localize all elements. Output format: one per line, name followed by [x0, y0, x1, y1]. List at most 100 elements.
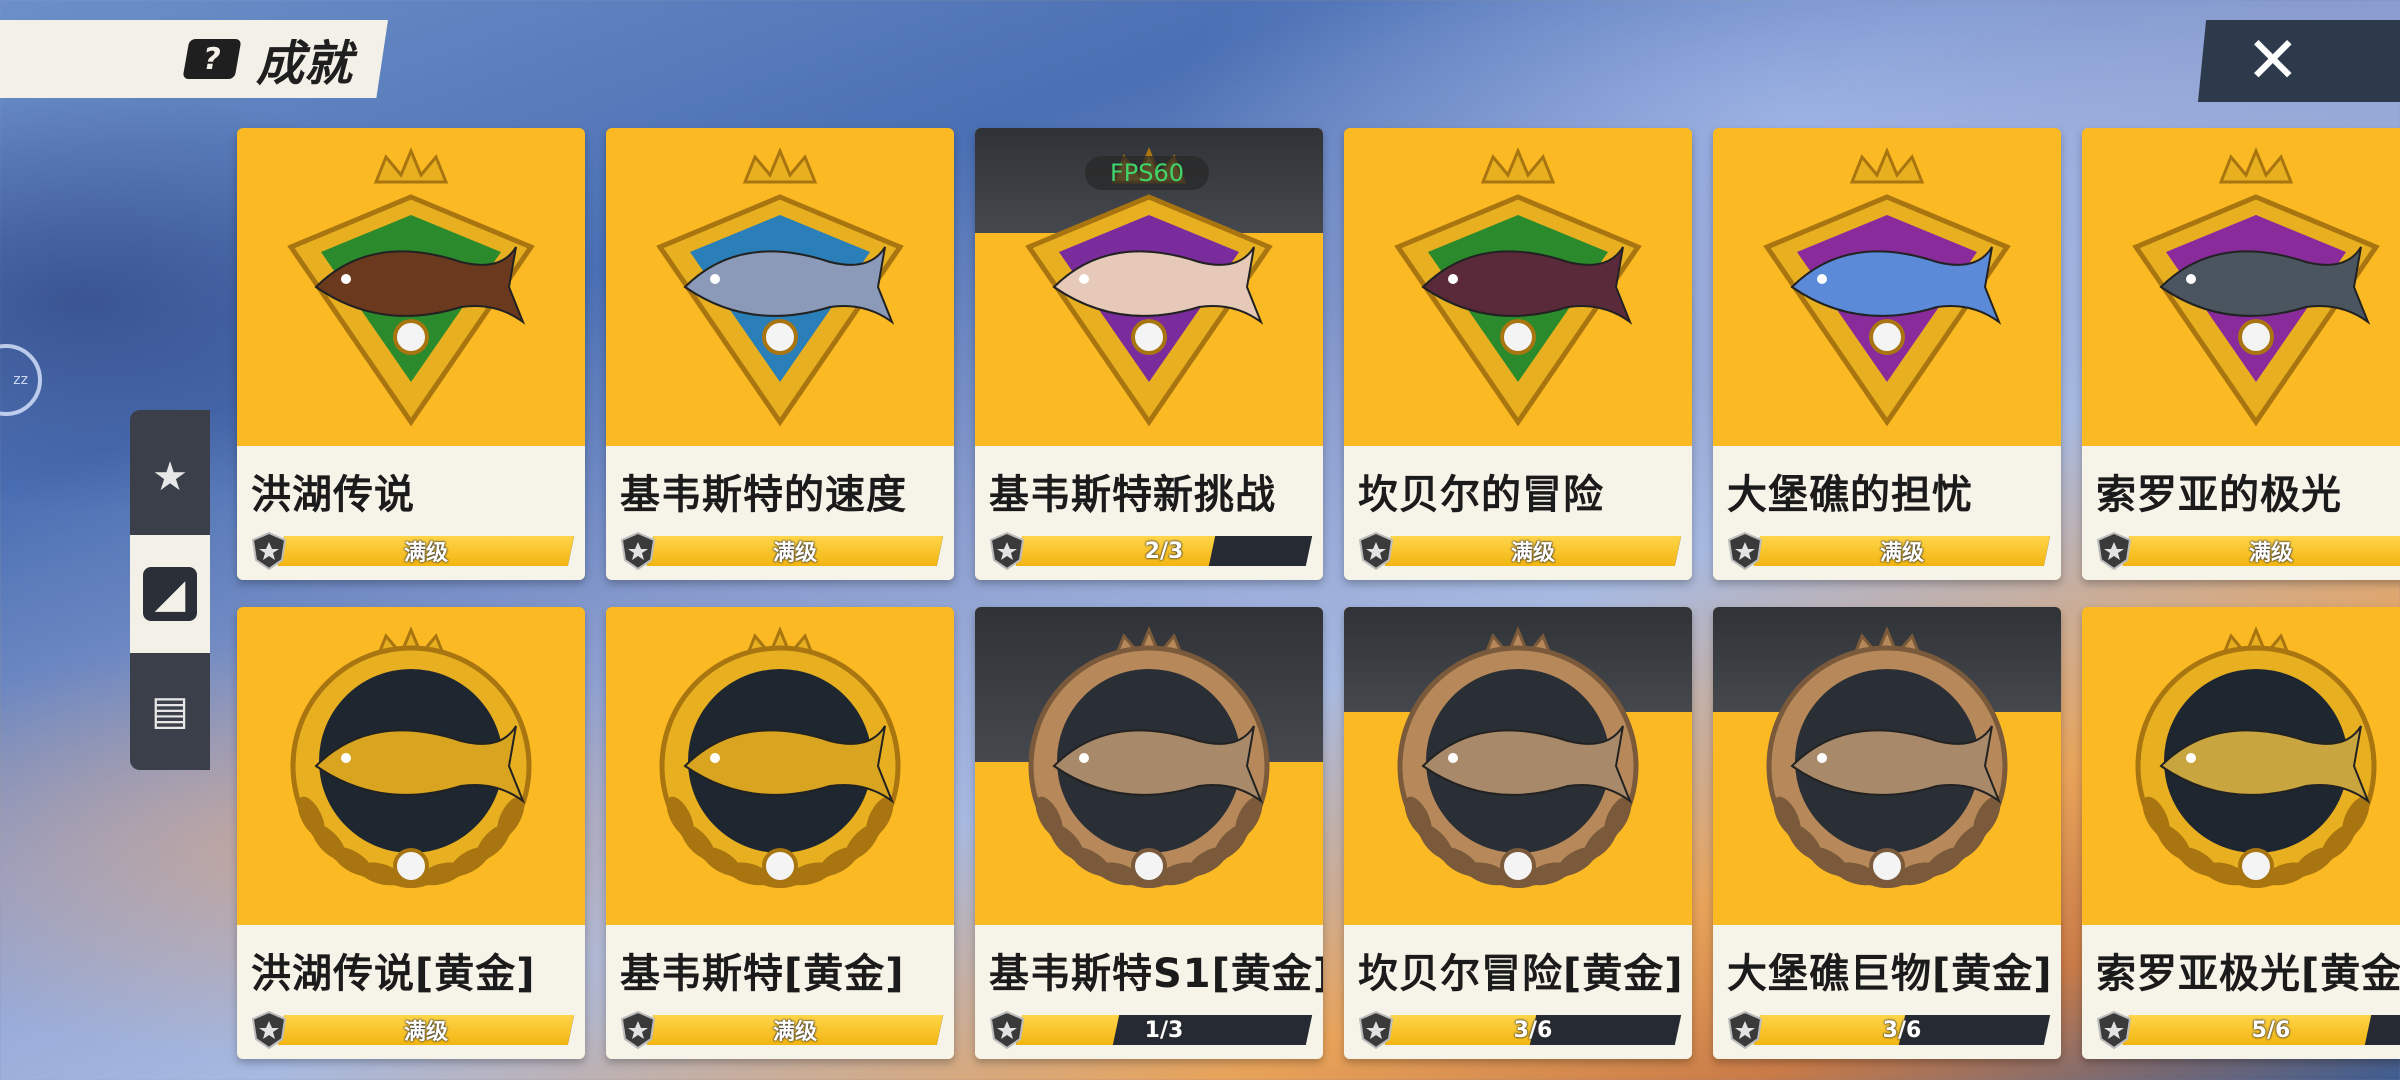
diamond-trophy-icon: [2132, 147, 2380, 427]
card-footer: 洪湖传说[黄金] 满级: [237, 925, 585, 1059]
achievement-title: 基韦斯特新挑战: [989, 472, 1276, 518]
progress-row: 满级: [620, 532, 944, 570]
progress-label: 2/3: [1144, 538, 1184, 564]
tab-fish-album[interactable]: ▤: [130, 653, 210, 770]
progress-row: 1/3: [989, 1011, 1313, 1049]
progress-bar: 3/6: [1384, 1015, 1682, 1045]
progress-bar: 满级: [277, 536, 575, 566]
trophy-emblem: [606, 128, 954, 446]
progress-label: 满级: [772, 1020, 817, 1045]
card-footer: 索罗亚的极光 满级: [2082, 446, 2400, 580]
achievement-card[interactable]: 洪湖传说[黄金] 满级: [237, 607, 585, 1059]
trophy-emblem: [1713, 128, 2061, 446]
achievement-card[interactable]: 索罗亚极光[黄金 5/6: [2082, 607, 2400, 1059]
progress-label: 3/6: [1513, 1017, 1553, 1043]
progress-row: 满级: [251, 532, 575, 570]
progress-label: 满级: [403, 541, 448, 566]
rank-shield-icon: [1358, 1011, 1394, 1049]
achievement-card[interactable]: 洪湖传说 满级: [237, 128, 585, 580]
rank-shield-icon: [1727, 532, 1763, 570]
progress-bar: 5/6: [2122, 1015, 2400, 1045]
card-footer: 大堡礁巨物[黄金] 3/6: [1713, 925, 2061, 1059]
help-icon[interactable]: ?: [182, 39, 242, 79]
wreath-trophy-icon: [1397, 626, 1639, 888]
rank-shield-icon: [989, 532, 1025, 570]
progress-bar: 满级: [2122, 536, 2400, 566]
wreath-trophy-icon: [290, 626, 532, 888]
achievement-title: 大堡礁巨物[黄金]: [1727, 951, 2053, 997]
trophy-emblem: [606, 607, 954, 925]
fish-album-icon: ▤: [151, 688, 189, 735]
rank-shield-icon: [989, 1011, 1025, 1049]
achievement-card[interactable]: 大堡礁巨物[黄金] 3/6: [1713, 607, 2061, 1059]
diamond-trophy-icon: [656, 147, 904, 427]
achievement-title: 坎贝尔的冒险: [1358, 472, 1604, 518]
card-footer: 基韦斯特的速度 满级: [606, 446, 954, 580]
trophy-emblem: [975, 607, 1323, 925]
achievement-card[interactable]: 基韦斯特的速度 满级: [606, 128, 954, 580]
tab-shark-fin-book[interactable]: ◢: [130, 535, 210, 653]
achievement-title: 基韦斯特的速度: [620, 472, 907, 518]
achievement-grid: 洪湖传说 满级 基韦斯特的速度 满级 基韦斯特新挑战 2/3 坎贝尔的冒险 满级 大堡礁…: [237, 128, 2400, 1059]
close-button[interactable]: ✕: [2198, 20, 2400, 102]
progress-row: 5/6: [2096, 1011, 2400, 1049]
trophy-emblem: [237, 607, 585, 925]
progress-label: 满级: [772, 541, 817, 566]
achievement-title: 洪湖传说[黄金]: [251, 951, 536, 997]
rank-shield-icon: [2096, 1011, 2132, 1049]
progress-bar: 1/3: [1015, 1015, 1313, 1045]
achievement-card[interactable]: 大堡礁的担忧 满级: [1713, 128, 2061, 580]
wreath-trophy-icon: [2135, 626, 2377, 888]
achievement-title: 基韦斯特[黄金]: [620, 951, 905, 997]
star-shield-icon: ★: [152, 453, 188, 500]
side-ring-label: zz: [13, 372, 28, 388]
achievement-title: 基韦斯特S1[黄金]: [989, 951, 1323, 997]
achievement-title: 大堡礁的担忧: [1727, 472, 1973, 518]
card-footer: 坎贝尔的冒险 满级: [1344, 446, 1692, 580]
progress-bar: 满级: [646, 536, 944, 566]
shark-fin-book-icon: ◢: [143, 566, 197, 621]
card-footer: 大堡礁的担忧 满级: [1713, 446, 2061, 580]
progress-label: 满级: [2248, 541, 2293, 566]
trophy-emblem: [1713, 607, 2061, 925]
progress-row: 3/6: [1727, 1011, 2051, 1049]
progress-label: 满级: [403, 1020, 448, 1045]
progress-row: 2/3: [989, 532, 1313, 570]
diamond-trophy-icon: [1394, 147, 1642, 427]
achievement-title: 索罗亚极光[黄金: [2096, 951, 2400, 997]
progress-bar: 2/3: [1015, 536, 1313, 566]
progress-row: 3/6: [1358, 1011, 1682, 1049]
wreath-trophy-icon: [1028, 626, 1270, 888]
card-footer: 坎贝尔冒险[黄金] 3/6: [1344, 925, 1692, 1059]
progress-bar: 满级: [1384, 536, 1682, 566]
trophy-emblem: [237, 128, 585, 446]
progress-label: 3/6: [1882, 1017, 1922, 1043]
page-title: 成就: [255, 36, 352, 92]
achievement-title: 洪湖传说: [251, 472, 415, 518]
diamond-trophy-icon: [287, 147, 535, 427]
tab-star-shield[interactable]: ★: [130, 418, 210, 535]
achievement-card[interactable]: 基韦斯特新挑战 2/3: [975, 128, 1323, 580]
trophy-emblem: [1344, 607, 1692, 925]
progress-row: 满级: [2096, 532, 2400, 570]
achievement-card[interactable]: 基韦斯特S1[黄金] 1/3: [975, 607, 1323, 1059]
card-footer: 基韦斯特S1[黄金] 1/3: [975, 925, 1323, 1059]
wreath-trophy-icon: [1766, 626, 2008, 888]
progress-bar: 满级: [646, 1015, 944, 1045]
rank-shield-icon: [2096, 532, 2132, 570]
fps-counter: FPS60: [1085, 156, 1209, 190]
progress-label: 1/3: [1144, 1017, 1184, 1043]
progress-label: 5/6: [2251, 1017, 2291, 1043]
achievement-card[interactable]: 索罗亚的极光 满级: [2082, 128, 2400, 580]
rank-shield-icon: [620, 1011, 656, 1049]
card-footer: 索罗亚极光[黄金 5/6: [2082, 925, 2400, 1059]
achievement-card[interactable]: 坎贝尔的冒险 满级: [1344, 128, 1692, 580]
rank-shield-icon: [620, 532, 656, 570]
progress-row: 满级: [1358, 532, 1682, 570]
achievement-card[interactable]: 坎贝尔冒险[黄金] 3/6: [1344, 607, 1692, 1059]
achievement-card[interactable]: 基韦斯特[黄金] 满级: [606, 607, 954, 1059]
card-footer: 基韦斯特[黄金] 满级: [606, 925, 954, 1059]
trophy-emblem: [1344, 128, 1692, 446]
rank-shield-icon: [1727, 1011, 1763, 1049]
progress-bar: 满级: [1753, 536, 2051, 566]
